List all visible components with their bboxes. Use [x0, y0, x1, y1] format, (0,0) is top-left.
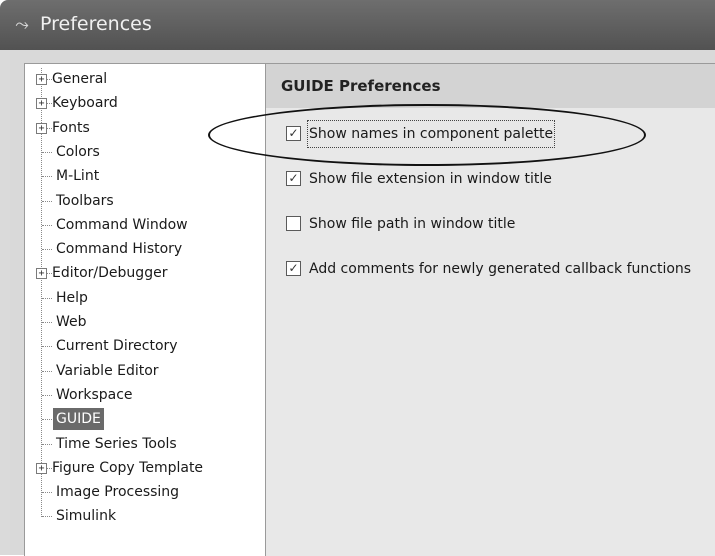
- option-label: Show file path in window title: [309, 216, 516, 232]
- tree-connector-branch: [42, 298, 52, 299]
- tree-connector-branch: [42, 201, 52, 202]
- tree-item[interactable]: Keyboard: [49, 92, 121, 114]
- tree-connector-branch: [42, 249, 52, 250]
- tree-item[interactable]: Simulink: [53, 505, 119, 527]
- tree-item[interactable]: Workspace: [53, 384, 136, 406]
- expand-icon[interactable]: +: [36, 98, 47, 109]
- highlight-ellipse: [208, 104, 646, 166]
- tree-item[interactable]: Time Series Tools: [53, 433, 180, 455]
- matlab-logo-icon: ⤳: [15, 15, 29, 35]
- tree-item-label: Workspace: [56, 387, 133, 403]
- tree-item[interactable]: Figure Copy Template: [49, 457, 206, 479]
- tree-item[interactable]: Command History: [53, 238, 185, 260]
- tree-item[interactable]: Web: [53, 311, 90, 333]
- tree-item-label: Help: [56, 290, 88, 306]
- tree-item-label: Toolbars: [56, 193, 114, 209]
- tree-connector-branch: [42, 225, 52, 226]
- tree-connector-line: [41, 68, 42, 517]
- tree-connector-branch: [42, 176, 52, 177]
- tree-item[interactable]: M-Lint: [53, 165, 102, 187]
- tree-item[interactable]: Command Window: [53, 214, 191, 236]
- preferences-window: ⤳ Preferences + General + Keyboard + Fonts Col…: [0, 0, 715, 556]
- tree-connector-branch: [42, 492, 52, 493]
- checkbox-show-file-path[interactable]: [286, 216, 301, 231]
- tree-item-label: Time Series Tools: [56, 436, 177, 452]
- tree-connector-branch: [42, 516, 52, 517]
- tree-item[interactable]: Colors: [53, 141, 103, 163]
- expand-icon[interactable]: +: [36, 123, 47, 134]
- tree-connector-branch: [42, 371, 52, 372]
- tree-item-label: M-Lint: [56, 168, 100, 184]
- expand-icon[interactable]: +: [36, 463, 47, 474]
- tree-item-label: Fonts: [52, 120, 90, 136]
- tree-item-label: Simulink: [56, 508, 117, 524]
- title-bar[interactable]: ⤳ Preferences: [0, 0, 715, 50]
- panel-title: GUIDE Preferences: [281, 77, 441, 95]
- tree-item[interactable]: Image Processing: [53, 481, 182, 503]
- tree-connector-branch: [42, 419, 52, 420]
- tree-item-label: Keyboard: [52, 95, 118, 111]
- tree-item-label: Figure Copy Template: [52, 460, 204, 476]
- tree-item[interactable]: General: [49, 68, 110, 90]
- panel-header: GUIDE Preferences: [266, 64, 715, 108]
- checkbox-add-callback-comments[interactable]: ✓: [286, 261, 301, 276]
- tree-item[interactable]: Editor/Debugger: [49, 262, 170, 284]
- tree-connector-branch: [42, 346, 52, 347]
- option-label: Show file extension in window title: [309, 171, 552, 187]
- check-mark-icon: ✓: [288, 171, 299, 185]
- tree-connector-branch: [42, 395, 52, 396]
- tree-item[interactable]: Fonts: [49, 117, 93, 139]
- expand-icon[interactable]: +: [36, 74, 47, 85]
- tree-item[interactable]: Current Directory: [53, 335, 181, 357]
- tree-item[interactable]: Variable Editor: [53, 360, 162, 382]
- tree-connector-branch: [42, 444, 52, 445]
- tree-item-label: General: [52, 71, 108, 87]
- tree-item-label: Command Window: [56, 217, 188, 233]
- expand-icon[interactable]: +: [36, 268, 47, 279]
- check-mark-icon: ✓: [288, 261, 299, 275]
- tree-item-label: GUIDE: [53, 408, 104, 430]
- tree-item-label: Image Processing: [56, 484, 180, 500]
- tree-connector-branch: [42, 152, 52, 153]
- tree-item[interactable]: Help: [53, 287, 91, 309]
- tree-item-label: Web: [56, 314, 87, 330]
- option-label: Add comments for newly generated callbac…: [309, 261, 692, 277]
- tree-item-label: Colors: [56, 144, 100, 160]
- tree-item-label: Editor/Debugger: [52, 265, 168, 281]
- tree-item[interactable]: Toolbars: [53, 190, 117, 212]
- checkbox-show-file-extension[interactable]: ✓: [286, 171, 301, 186]
- tree-item-label: Current Directory: [56, 338, 178, 354]
- tree-connector-branch: [42, 322, 52, 323]
- window-title: Preferences: [40, 13, 152, 35]
- tree-item[interactable]: GUIDE: [53, 408, 104, 430]
- tree-item-label: Command History: [56, 241, 183, 257]
- tree-item-label: Variable Editor: [56, 363, 159, 379]
